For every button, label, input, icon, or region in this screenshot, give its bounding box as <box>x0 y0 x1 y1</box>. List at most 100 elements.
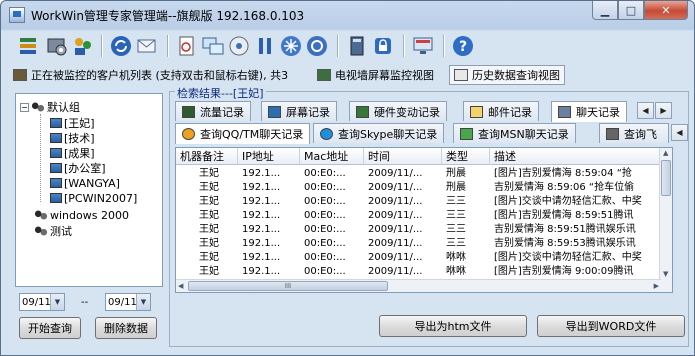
column-header[interactable]: 时间 <box>364 148 442 165</box>
tab-traffic-records[interactable]: 流量记录 <box>175 101 251 121</box>
tab-screen-records[interactable]: 屏幕记录 <box>261 101 337 121</box>
table-cell: 王妃 <box>199 168 219 179</box>
hardware-icon <box>356 105 369 118</box>
message-icon[interactable] <box>135 34 159 58</box>
tree-node-client[interactable]: [办公室] <box>50 161 106 175</box>
users-icon[interactable] <box>71 34 95 58</box>
scroll-up-icon[interactable]: ▲ <box>663 149 668 157</box>
tree-node-client[interactable]: [WANGYA] <box>50 176 120 190</box>
fetion-icon <box>606 127 619 140</box>
table-cell: 2009/11/... <box>368 182 423 193</box>
table-cell: 192.1... <box>242 252 281 263</box>
export-htm-button[interactable]: 导出为htm文件 <box>379 315 527 337</box>
export-word-button[interactable]: 导出到WORD文件 <box>537 315 685 337</box>
tree-node-client[interactable]: [技术] <box>50 131 95 145</box>
window-title: WorkWin管理专家管理端--旗舰版 192.168.0.103 <box>31 9 305 23</box>
table-row[interactable]: 王妃 192.1... 00:E0:... 2009/11/... 咻咻 [图片]交谈中请… <box>176 251 672 264</box>
client-list-icon[interactable] <box>17 34 41 58</box>
table-header: 机器备注 IP地址 Mac地址 时间 类型 描述 <box>176 148 672 165</box>
table-row[interactable]: 王妃 192.1... 00:E0:... 2009/11/... 三三 [图片]吉别爱情… <box>176 209 672 222</box>
close-button[interactable]: ✕ <box>644 1 688 20</box>
group-icon <box>31 101 45 113</box>
refresh-icon[interactable] <box>109 34 133 58</box>
table-cell: 00:E0:... <box>304 266 346 277</box>
table-row[interactable]: 王妃 192.1... 00:E0:... 2009/11/... 三三 吉别爱情海 8:… <box>176 237 672 250</box>
tab-qq-chat[interactable]: 查询QQ/TM聊天记录 <box>175 123 311 144</box>
minimize-button[interactable]: ▁ <box>592 1 618 20</box>
scroll-down-icon[interactable]: ▼ <box>663 270 668 278</box>
document-icon[interactable] <box>175 34 199 58</box>
tab-chat-records[interactable]: 聊天记录 <box>551 101 627 122</box>
vertical-scrollbar[interactable]: ▲ ▼ <box>659 148 672 292</box>
collapse-toggle-icon[interactable]: − <box>20 102 29 112</box>
scroll-right-icon[interactable]: ▶ <box>654 282 659 290</box>
monitor-user-icon[interactable] <box>411 34 435 58</box>
date-to-picker[interactable]: 09/11 ▼ <box>105 293 151 311</box>
table-cell: 王妃 <box>199 252 219 263</box>
table-row[interactable]: 王妃 192.1... 00:E0:... 2009/11/... 三三 [图片]交谈中请… <box>176 195 672 208</box>
screen-icon[interactable] <box>201 34 225 58</box>
table-row[interactable]: 王妃 192.1... 00:E0:... 2009/11/... 刑晨 吉别爱情海 8:… <box>176 181 672 194</box>
column-header[interactable]: 类型 <box>442 148 490 165</box>
delete-data-button[interactable]: 删除数据 <box>95 317 157 339</box>
snowflake-icon[interactable] <box>279 34 303 58</box>
table-row[interactable]: 王妃 192.1... 00:E0:... 2009/11/... 三三 吉别爱情海 8:… <box>176 223 672 236</box>
toolbar-separator <box>101 35 103 57</box>
table-row[interactable]: 王妃 192.1... 00:E0:... 2009/11/... 刑晨 [图片]吉别爱情… <box>176 167 672 180</box>
tab-fetion-chat[interactable]: 查询飞 <box>599 123 669 143</box>
table-cell: 192.1... <box>242 168 281 179</box>
tab-tv-wall[interactable]: 电视墙屏幕监控视图 <box>317 65 434 85</box>
pause-icon[interactable] <box>253 34 277 58</box>
tab-scroll-left[interactable]: ◀ <box>671 124 688 141</box>
tab-label: 查询飞 <box>624 127 657 141</box>
scroll-left-icon[interactable]: ◀ <box>178 282 183 290</box>
tab-mail-records[interactable]: 邮件记录 <box>463 101 539 121</box>
maximize-button[interactable]: □ <box>618 1 644 20</box>
table-cell: 刑晨 <box>446 168 466 179</box>
tab-hardware-records[interactable]: 硬件变动记录 <box>349 101 447 121</box>
disk-icon[interactable] <box>227 34 251 58</box>
stop-icon[interactable] <box>305 34 329 58</box>
table-cell: [图片]交谈中请勿轻信汇款、中奖 <box>494 196 642 207</box>
column-header[interactable]: 描述 <box>490 148 670 165</box>
start-query-button[interactable]: 开始查询 <box>19 317 81 339</box>
svg-text:?: ? <box>459 39 467 55</box>
tab-tv-wall-label: 电视墙屏幕监控视图 <box>335 69 434 82</box>
table-cell: 王妃 <box>199 266 219 277</box>
window-controls: ▁ □ ✕ <box>592 1 688 21</box>
table-cell: 2009/11/... <box>368 168 423 179</box>
tree-node-default-group[interactable]: − 默认组 <box>20 100 80 114</box>
tree-node-group[interactable]: 测试 <box>34 224 72 238</box>
computer-icon[interactable] <box>345 34 369 58</box>
scrollbar-thumb[interactable]: III <box>188 281 388 291</box>
tab-history[interactable]: 历史数据查询视图 <box>449 65 565 85</box>
table-cell: 00:E0:... <box>304 252 346 263</box>
table-cell: [图片]吉别爱情海 9:00:09腾讯 <box>494 266 634 277</box>
tab-client-list[interactable]: 正在被监控的客户机列表 (支持双击和鼠标右键), 共3 <box>13 65 288 85</box>
client-tree: − 默认组 [王妃] [技术] [成果] [办公室] [WANGYA] [PCW… <box>15 93 163 287</box>
tree-node-client[interactable]: [PCWIN2007] <box>50 191 137 205</box>
column-header[interactable]: 机器备注 <box>176 148 238 165</box>
date-from-picker[interactable]: 09/11 ▼ <box>19 293 65 311</box>
table-cell: 王妃 <box>199 238 219 249</box>
tab-label: 邮件记录 <box>488 105 532 119</box>
chevron-down-icon[interactable]: ▼ <box>136 294 150 310</box>
column-header[interactable]: IP地址 <box>238 148 300 165</box>
help-icon[interactable]: ? <box>451 34 475 58</box>
tab-scroll-left[interactable]: ◀ <box>637 102 654 119</box>
scrollbar-thumb[interactable] <box>661 160 671 196</box>
table-row[interactable]: 王妃 192.1... 00:E0:... 2009/11/... 咻咻 [图片]吉别爱情… <box>176 265 672 278</box>
tree-node-group[interactable]: windows 2000 <box>34 208 129 222</box>
tree-node-client[interactable]: [王妃] <box>50 116 95 130</box>
tab-skype-chat[interactable]: 查询Skype聊天记录 <box>313 123 445 143</box>
table-cell: 三三 <box>446 210 466 221</box>
tab-scroll-right[interactable]: ▶ <box>655 102 672 119</box>
lock-icon[interactable] <box>371 34 395 58</box>
table-cell: 00:E0:... <box>304 196 346 207</box>
chevron-down-icon[interactable]: ▼ <box>50 294 64 310</box>
tree-node-client[interactable]: [成果] <box>50 146 95 160</box>
tab-msn-chat[interactable]: 查询MSN聊天记录 <box>453 123 576 143</box>
settings-icon[interactable] <box>45 34 69 58</box>
horizontal-scrollbar[interactable]: ◀ III ▶ <box>176 279 661 292</box>
column-header[interactable]: Mac地址 <box>300 148 364 165</box>
